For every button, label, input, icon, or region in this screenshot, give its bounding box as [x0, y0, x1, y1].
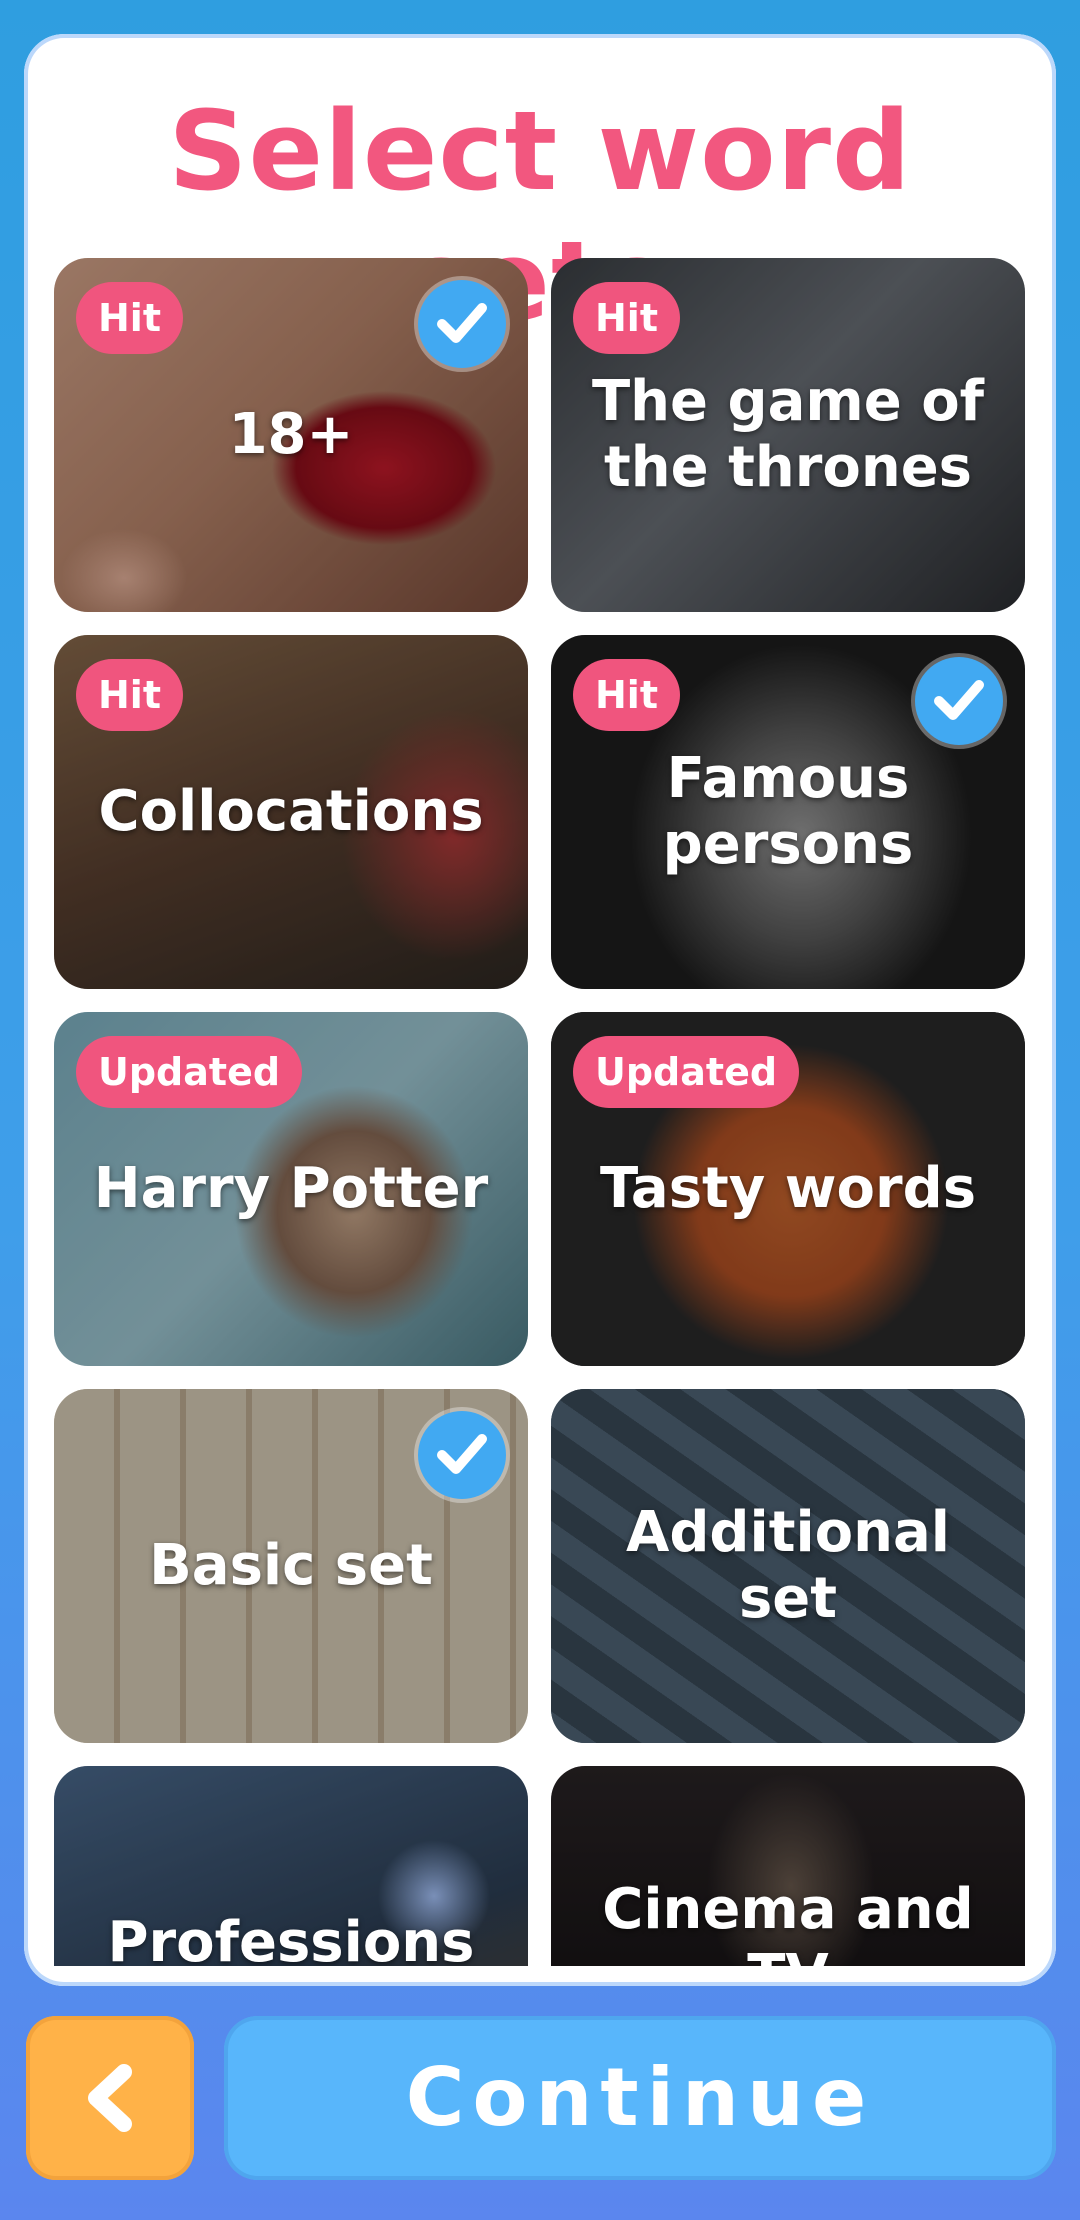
card-label: The game of the thrones — [591, 369, 985, 500]
card-label: Professions — [107, 1910, 475, 1966]
continue-button[interactable]: Continue — [224, 2016, 1056, 2180]
back-button[interactable] — [26, 2016, 194, 2180]
word-set-card-game-of-thrones[interactable]: Hit The game of the thrones — [551, 258, 1025, 612]
word-set-card-collocations[interactable]: Hit Collocations — [54, 635, 528, 989]
card-label: Additional set — [626, 1500, 950, 1631]
word-set-card-cinema-and-tv[interactable]: Cinema and TV — [551, 1766, 1025, 1966]
card-label: 18+ — [228, 402, 354, 467]
word-set-card-harry-potter[interactable]: Updated Harry Potter — [54, 1012, 528, 1366]
word-set-card-additional-set[interactable]: Additional set — [551, 1389, 1025, 1743]
word-set-card-tasty-words[interactable]: Updated Tasty words — [551, 1012, 1025, 1366]
word-set-card-18plus[interactable]: Hit 18+ — [54, 258, 528, 612]
card-label: Tasty words — [599, 1156, 977, 1221]
word-set-card-professions[interactable]: Professions — [54, 1766, 528, 1966]
word-set-grid: Hit 18+ Hit The game of the thrones Hit … — [24, 224, 1056, 1966]
word-sets-panel: Select word sets Hit 18+ Hit The game of… — [24, 34, 1056, 1986]
word-set-card-basic-set[interactable]: Basic set — [54, 1389, 528, 1743]
chevron-left-icon — [88, 2064, 132, 2132]
card-label: Basic set — [149, 1533, 433, 1598]
card-label: Collocations — [98, 779, 484, 844]
card-label: Harry Potter — [93, 1156, 489, 1221]
word-set-card-famous-persons[interactable]: Hit Famous persons — [551, 635, 1025, 989]
card-label: Famous persons — [662, 746, 914, 877]
card-label: Cinema and TV — [602, 1877, 974, 1966]
